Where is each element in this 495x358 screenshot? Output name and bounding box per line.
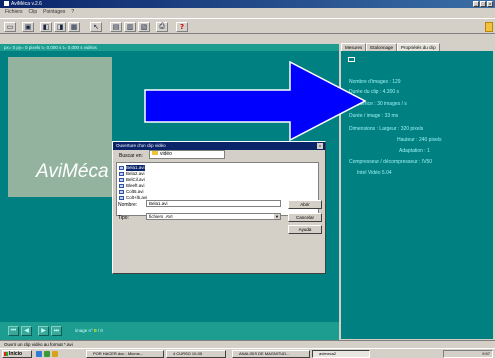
app-icon	[4, 1, 9, 6]
first-frame-icon[interactable]: ⏮	[8, 326, 19, 336]
lookin-select[interactable]: vidéo	[149, 150, 225, 159]
window-controls: _ □ x	[473, 1, 493, 7]
prop-height: Hauteur : 240 pixels	[397, 137, 442, 143]
prop-compression: Compresseur / décompresseur : IV50	[349, 159, 433, 165]
frame-forward-icon[interactable]: ◨	[54, 22, 66, 32]
filename-input[interactable]: Bela1.avi	[146, 200, 281, 207]
prev-frame-icon[interactable]: ◀	[21, 326, 32, 336]
clip-properties: Nombre d'images : 129 Durée du clip : 4.…	[341, 51, 493, 339]
frame-back-icon[interactable]: ◧	[40, 22, 52, 32]
start-button[interactable]: Inicio	[2, 350, 32, 358]
copy-icon[interactable]: ▥	[124, 22, 136, 32]
dialog-title: Ouverture d'un clip vidéo x	[113, 142, 325, 150]
video-file-icon	[119, 184, 124, 188]
clip-icon	[348, 57, 355, 62]
window-title-bar: AviMéca v.2.6 _ □ x	[0, 0, 495, 8]
video-file-icon	[119, 172, 124, 176]
chevron-down-icon[interactable]: ▼	[274, 214, 280, 219]
filename-label: Nombre:	[118, 202, 138, 208]
dialog-title-text: Ouverture d'un clip vidéo	[116, 143, 166, 148]
menu-fichiers[interactable]: Fichiers	[5, 8, 23, 17]
open-clip-icon[interactable]: ▭	[4, 22, 16, 32]
task-analisis[interactable]: ANALISIS DE MAGNITUD...	[232, 350, 310, 358]
menu-pointages[interactable]: Pointages	[43, 8, 65, 17]
help-button[interactable]: Ayuda	[288, 225, 322, 234]
system-tray-clock: 9:57	[443, 350, 493, 358]
paste-icon[interactable]: ▧	[138, 22, 150, 32]
video-file-icon	[119, 190, 124, 194]
frame-counter-label: image n°	[75, 328, 93, 333]
desktop-icon[interactable]	[44, 351, 50, 357]
open-button[interactable]: Abrir	[288, 200, 322, 209]
save-icon[interactable]: ▣	[22, 22, 34, 32]
grid-icon[interactable]: ▦	[68, 22, 80, 32]
prop-nb-images: Nombre d'images : 129	[349, 79, 401, 85]
task-avimeca[interactable]: avimeca2	[312, 350, 370, 358]
frame-counter: image n° 0 / 0	[75, 327, 103, 335]
task-word[interactable]: POR HACER.doc - Micros...	[86, 350, 164, 358]
folder-icon[interactable]	[485, 22, 493, 32]
help-icon[interactable]: ?	[176, 22, 188, 32]
tab-proprietes[interactable]: Propriétés du clip	[397, 43, 440, 51]
panel-tabs: Mesures Etalonnage Propriétés du clip	[341, 43, 440, 51]
video-work-area: AviMéca Ouverture d'un clip vidéo x Busc…	[0, 51, 339, 340]
file-name: Colt+lb.avi	[126, 195, 148, 200]
prop-duration: Durée du clip : 4.300 s	[349, 89, 400, 95]
cursor-icon[interactable]: ↖	[90, 22, 102, 32]
lookin-label: Buscar en:	[119, 153, 143, 159]
video-file-icon	[119, 178, 124, 182]
menu-help[interactable]: ?	[71, 8, 74, 17]
frame-total: 0	[100, 328, 103, 333]
browser-icon[interactable]	[36, 351, 42, 357]
last-frame-icon[interactable]: ⏭	[51, 326, 62, 336]
video-file-icon	[119, 196, 124, 200]
filetype-label: Tipo:	[118, 215, 129, 221]
status-line: Ouvrir un clip vidéo au format *.avi	[0, 340, 495, 348]
media-icon[interactable]	[52, 351, 58, 357]
dialog-close-icon[interactable]: x	[317, 143, 323, 149]
frame-current: 0	[94, 328, 97, 333]
cancel-button[interactable]: Cancelar	[288, 213, 322, 222]
filetype-value: fichiers .AVI	[149, 214, 173, 219]
open-clip-dialog: Ouverture d'un clip vidéo x Buscar en: v…	[112, 141, 326, 274]
prop-codec: Intel Vidéo 5.04	[357, 170, 392, 176]
next-frame-icon[interactable]: ▶	[38, 326, 49, 336]
task-folder[interactable]: 4 CURSO 10-05	[166, 350, 226, 358]
table-icon[interactable]: ▤	[110, 22, 122, 32]
filetype-select[interactable]: fichiers .AVI ▼	[146, 213, 281, 220]
tab-etalonnage[interactable]: Etalonnage	[366, 43, 398, 51]
menu-clip[interactable]: Clip	[29, 8, 38, 17]
maximize-button[interactable]: □	[480, 1, 486, 7]
window-title: AviMéca v.2.6	[11, 1, 42, 7]
close-button[interactable]: x	[487, 1, 493, 7]
prop-frequency: Fréquence : 30 images / s	[349, 101, 407, 107]
video-file-icon	[119, 166, 124, 170]
lookin-value: vidéo	[160, 151, 172, 157]
properties-panel: Mesures Etalonnage Propriétés du clip No…	[339, 34, 495, 340]
prop-adaptation: Adaptation : 1	[399, 148, 430, 154]
minimize-button[interactable]: _	[473, 1, 479, 7]
avimeca-logo: AviMéca	[36, 161, 109, 182]
menu-bar: Fichiers Clip Pointages ?	[0, 8, 495, 17]
print-icon[interactable]: ⎙	[156, 22, 168, 32]
tab-mesures[interactable]: Mesures	[341, 43, 367, 51]
prop-dimensions: Dimensions : Largeur : 320 pixels	[349, 126, 424, 132]
toolbar: ▭ ▣ ◧ ◨ ▦ ↖ ▤ ▥ ▧ ⎙ ?	[0, 18, 495, 34]
prop-image-duration: Durée / image : 33 ms	[349, 113, 399, 119]
coordinate-readout: px= 0 py= 0 pixels t= 0,000 s t= 0,000 s…	[0, 44, 339, 51]
frame-navigation-bar: ⏮ ◀ ▶ ⏭ image n° 0 / 0	[0, 322, 339, 340]
frame-sep: /	[97, 328, 100, 333]
taskbar: Inicio POR HACER.doc - Micros... 4 CURSO…	[0, 348, 495, 358]
folder-icon	[152, 151, 158, 155]
